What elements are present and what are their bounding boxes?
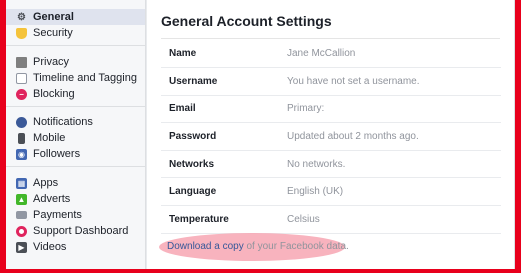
sidebar-item-label: Apps [33, 177, 59, 189]
globe-icon [16, 116, 27, 128]
sidebar-item-support-dashboard[interactable]: Support Dashboard [6, 223, 145, 239]
setting-value: English (UK) [287, 177, 501, 207]
sidebar-item-label: Notifications [33, 116, 93, 128]
settings-sidebar: ⚙ General Security Privacy Timeline and … [6, 0, 146, 273]
setting-label: Email [161, 95, 287, 124]
sidebar-item-notifications[interactable]: Notifications [6, 114, 145, 130]
setting-value: Jane McCallion [287, 40, 501, 69]
setting-row-username[interactable]: Username You have not set a username. [161, 67, 501, 96]
sidebar-item-label: Blocking [33, 88, 75, 100]
sidebar-item-videos[interactable]: ▶ Videos [6, 239, 145, 255]
download-copy-link[interactable]: Download a copy [167, 241, 244, 252]
sidebar-group-account: ⚙ General Security [6, 0, 145, 46]
setting-value: No networks. [287, 150, 501, 179]
sidebar-item-privacy[interactable]: Privacy [6, 54, 145, 70]
setting-value: Updated about 2 months ago. [287, 122, 501, 151]
sidebar-item-adverts[interactable]: ▲ Adverts [6, 191, 145, 207]
setting-label: Temperature [161, 205, 287, 234]
mobile-icon [18, 132, 25, 144]
sidebar-item-payments[interactable]: Payments [6, 207, 145, 223]
setting-row-email[interactable]: Email Primary: [161, 95, 501, 124]
block-icon: − [16, 88, 27, 100]
sidebar-item-general[interactable]: ⚙ General [6, 9, 145, 25]
setting-label: Language [161, 177, 287, 207]
setting-label: Password [161, 122, 287, 151]
sidebar-group-notifications: Notifications Mobile ◉ Followers [6, 107, 145, 167]
sidebar-item-followers[interactable]: ◉ Followers [6, 146, 145, 162]
adverts-icon: ▲ [16, 193, 27, 205]
setting-row-networks[interactable]: Networks No networks. [161, 150, 501, 179]
setting-row-language[interactable]: Language English (UK) [161, 177, 501, 207]
setting-label: Networks [161, 150, 287, 179]
sidebar-item-timeline-and-tagging[interactable]: Timeline and Tagging [6, 70, 145, 86]
title-divider [161, 38, 500, 39]
setting-value: Primary: [287, 95, 501, 124]
setting-row-temperature[interactable]: Temperature Celsius [161, 205, 501, 234]
setting-label: Username [161, 67, 287, 96]
sidebar-item-blocking[interactable]: − Blocking [6, 86, 145, 102]
lifebuoy-icon [16, 225, 27, 237]
sidebar-item-label: Videos [33, 241, 67, 253]
download-data-text: Download a copy of your Facebook data. [167, 241, 349, 252]
sidebar-item-label: Adverts [33, 193, 71, 205]
settings-table: Name Jane McCallion Username You have no… [161, 40, 501, 234]
setting-value: You have not set a username. [287, 67, 501, 96]
lock-icon [16, 56, 27, 68]
sidebar-item-label: Support Dashboard [33, 225, 129, 237]
sidebar-item-label: Followers [33, 148, 81, 160]
shield-icon [16, 27, 27, 39]
sidebar-item-apps[interactable]: ▦ Apps [6, 175, 145, 191]
setting-label: Name [161, 40, 287, 69]
film-icon: ▶ [16, 241, 27, 253]
sidebar-item-label: General [33, 11, 74, 23]
page-title: General Account Settings [161, 13, 332, 29]
gear-icon: ⚙ [17, 11, 26, 23]
download-copy-suffix: of your Facebook data. [243, 241, 349, 252]
sidebar-group-apps: ▦ Apps ▲ Adverts Payments Support Dashbo… [6, 167, 145, 259]
rss-icon: ◉ [16, 148, 27, 160]
sidebar-item-label: Security [33, 27, 73, 39]
card-icon [16, 211, 27, 219]
sidebar-item-security[interactable]: Security [6, 25, 145, 41]
sidebar-item-mobile[interactable]: Mobile [6, 130, 145, 146]
sidebar-group-privacy: Privacy Timeline and Tagging − Blocking [6, 46, 145, 107]
sidebar-item-label: Mobile [33, 132, 66, 144]
sidebar-item-label: Privacy [33, 56, 70, 68]
general-settings-panel: General Account Settings Name Jane McCal… [147, 0, 515, 273]
sidebar-item-label: Timeline and Tagging [33, 72, 137, 84]
apps-icon: ▦ [16, 177, 27, 189]
timeline-icon [16, 72, 27, 84]
sidebar-item-label: Payments [33, 209, 82, 221]
setting-row-password[interactable]: Password Updated about 2 months ago. [161, 122, 501, 151]
setting-row-name[interactable]: Name Jane McCallion [161, 40, 501, 69]
setting-value: Celsius [287, 205, 501, 234]
